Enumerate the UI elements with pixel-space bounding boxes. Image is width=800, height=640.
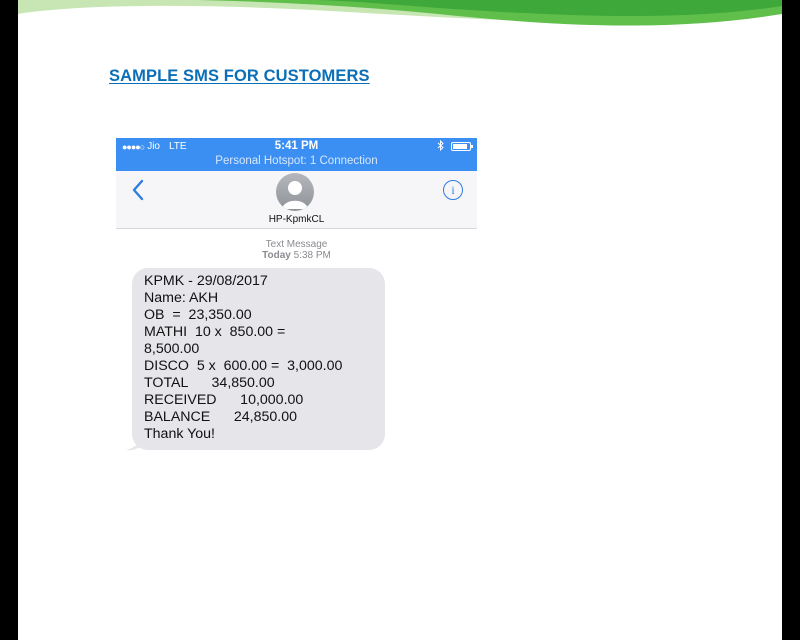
message-line: KPMK - 29/08/2017 <box>144 273 268 289</box>
message-line: DISCO 5 x 600.00 = 3,000.00 <box>144 358 343 374</box>
status-bar: ●●●●○ Jio LTE 5:41 PM Personal Hotspot: … <box>116 138 477 171</box>
hotspot-banner[interactable]: Personal Hotspot: 1 Connection <box>116 155 477 167</box>
contact-avatar[interactable] <box>276 173 314 211</box>
status-time: 5:41 PM <box>274 140 319 152</box>
message-line: MATHI 10 x 850.00 = <box>144 324 286 340</box>
message-type-label: Text Message <box>265 239 328 250</box>
message-line: Name: AKH <box>144 290 219 306</box>
page-title: SAMPLE SMS FOR CUSTOMERS <box>109 67 370 85</box>
info-icon[interactable]: i <box>443 180 463 200</box>
person-icon <box>282 181 308 209</box>
phone-screenshot: ●●●●○ Jio LTE 5:41 PM Personal Hotspot: … <box>116 138 477 640</box>
contact-name[interactable]: HP-KpmkCL <box>116 214 477 225</box>
chevron-left-icon[interactable] <box>126 179 150 203</box>
message-line: RECEIVED 10,000.00 <box>144 392 304 408</box>
slide: SAMPLE SMS FOR CUSTOMERS ●●●●○ Jio LTE 5… <box>18 0 782 640</box>
message-time: 5:38 PM <box>293 250 331 261</box>
received-message-bubble[interactable]: KPMK - 29/08/2017 Name: AKH OB = 23,350.… <box>132 268 385 450</box>
message-text: KPMK - 29/08/2017 Name: AKH OB = 23,350.… <box>144 273 342 443</box>
bluetooth-icon <box>437 139 445 154</box>
message-line: Thank You! <box>144 426 215 442</box>
battery-icon <box>451 142 473 151</box>
message-thread: Text Message Today 5:38 PM KPMK - 29/08/… <box>116 229 477 640</box>
message-line: TOTAL 34,850.00 <box>144 375 275 391</box>
decorative-wave-header <box>18 0 782 26</box>
conversation-header: HP-KpmkCL i <box>116 171 477 229</box>
message-line: OB = 23,350.00 <box>144 307 252 323</box>
message-line: 8,500.00 <box>144 341 200 357</box>
message-line: BALANCE 24,850.00 <box>144 409 298 425</box>
message-day: Today <box>262 250 291 261</box>
message-timestamp: Today 5:38 PM <box>116 250 477 261</box>
